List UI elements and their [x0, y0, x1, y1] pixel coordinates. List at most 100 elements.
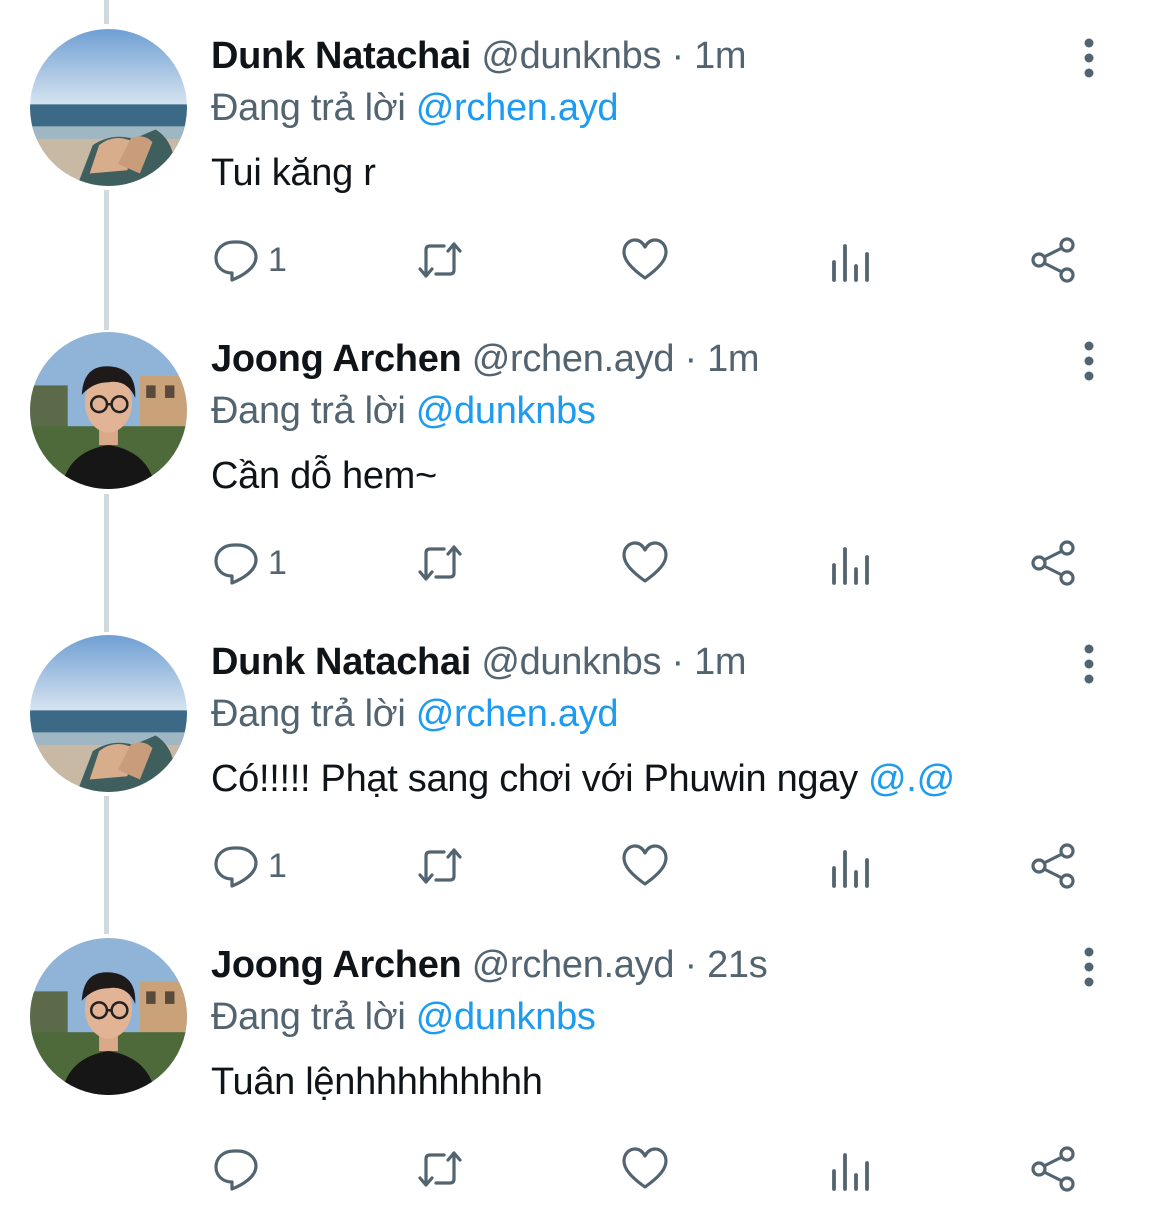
action-bar: 1	[0, 838, 1152, 898]
display-name[interactable]: Dunk Natachai	[211, 641, 471, 683]
reply-button[interactable]: 1	[212, 232, 287, 288]
tweet[interactable]: Dunk Natachai @dunknbs · 1m Đang trả lời…	[0, 606, 1152, 909]
like-icon	[622, 541, 668, 583]
views-icon	[832, 244, 869, 282]
share-icon	[1031, 1146, 1075, 1192]
tweet-text: Có!!!!! Phạt sang chơi với Phuwin ngay @…	[211, 755, 955, 803]
tweet-text: Tuân lệnhhhhhhhhh	[211, 1058, 543, 1106]
more-icon[interactable]	[1078, 644, 1100, 684]
like-icon	[622, 1147, 668, 1189]
like-icon	[622, 238, 668, 280]
tweet-text-content: Cần dỗ hem~	[211, 455, 437, 497]
like-button[interactable]	[621, 838, 669, 894]
replying-to: Đang trả lời @rchen.ayd	[211, 690, 619, 738]
replying-mention[interactable]: @rchen.ayd	[416, 87, 619, 129]
avatar[interactable]	[30, 332, 187, 489]
handle[interactable]: @rchen.ayd	[472, 338, 675, 380]
display-name[interactable]: Joong Archen	[211, 944, 462, 986]
replying-prefix: Đang trả lời	[211, 693, 406, 735]
share-icon	[1031, 540, 1075, 586]
replying-mention[interactable]: @rchen.ayd	[416, 693, 619, 735]
avatar[interactable]	[30, 29, 187, 186]
reply-icon	[214, 1149, 258, 1191]
retweet-button[interactable]	[416, 838, 464, 894]
replying-to: Đang trả lời @dunknbs	[211, 993, 596, 1041]
action-bar	[0, 1141, 1152, 1201]
tweet-text-content: Tui kăng r	[211, 152, 376, 194]
more-icon[interactable]	[1078, 341, 1100, 381]
avatar[interactable]	[30, 938, 187, 1095]
tweet[interactable]: Dunk Natachai @dunknbs · 1m Đang trả lời…	[0, 0, 1152, 303]
more-icon[interactable]	[1078, 947, 1100, 987]
reply-icon	[214, 240, 258, 282]
reply-count: 1	[268, 543, 287, 582]
man-glasses-avatar-image	[30, 938, 187, 1095]
retweet-icon	[418, 848, 462, 884]
tweet-header: Dunk Natachai @dunknbs · 1m	[211, 638, 747, 686]
like-button[interactable]	[621, 232, 669, 288]
like-button[interactable]	[621, 535, 669, 591]
display-name[interactable]: Dunk Natachai	[211, 35, 471, 77]
reply-button[interactable]: 1	[212, 838, 287, 894]
like-button[interactable]	[621, 1141, 669, 1197]
share-button[interactable]	[1030, 535, 1078, 591]
separator: ·	[684, 944, 697, 986]
replying-mention[interactable]: @dunknbs	[416, 390, 596, 432]
display-name[interactable]: Joong Archen	[211, 338, 462, 380]
reply-button[interactable]	[212, 1141, 268, 1197]
handle[interactable]: @rchen.ayd	[472, 944, 675, 986]
views-icon	[832, 547, 869, 585]
tweet-header: Joong Archen @rchen.ayd · 1m	[211, 335, 760, 383]
replying-to: Đang trả lời @rchen.ayd	[211, 84, 619, 132]
handle[interactable]: @dunknbs	[481, 35, 661, 77]
retweet-button[interactable]	[416, 535, 464, 591]
more-icon[interactable]	[1078, 38, 1100, 78]
retweet-icon	[418, 242, 462, 278]
tweet[interactable]: Joong Archen @rchen.ayd · 21s Đang trả l…	[0, 909, 1152, 1212]
tweet-header: Joong Archen @rchen.ayd · 21s	[211, 941, 768, 989]
reply-icon	[214, 846, 258, 888]
retweet-button[interactable]	[416, 232, 464, 288]
replying-mention[interactable]: @dunknbs	[416, 996, 596, 1038]
views-button[interactable]	[826, 1141, 874, 1197]
tweet-text-content: Tuân lệnhhhhhhhhh	[211, 1061, 543, 1103]
like-icon	[622, 844, 668, 886]
reply-count: 1	[268, 240, 287, 279]
avatar[interactable]	[30, 635, 187, 792]
share-icon	[1031, 237, 1075, 283]
tweet-header: Dunk Natachai @dunknbs · 1m	[211, 32, 747, 80]
reply-button[interactable]: 1	[212, 535, 287, 591]
share-button[interactable]	[1030, 232, 1078, 288]
views-button[interactable]	[826, 535, 874, 591]
share-button[interactable]	[1030, 1141, 1078, 1197]
views-icon	[832, 1153, 869, 1191]
views-button[interactable]	[826, 232, 874, 288]
views-icon	[832, 850, 869, 888]
action-bar: 1	[0, 232, 1152, 292]
replying-prefix: Đang trả lời	[211, 390, 406, 432]
reply-icon	[214, 543, 258, 585]
share-button[interactable]	[1030, 838, 1078, 894]
timestamp[interactable]: 1m	[707, 338, 760, 380]
tweet-text: Tui kăng r	[211, 149, 376, 197]
reply-count: 1	[268, 846, 287, 885]
tweet-text-mention[interactable]: @.@	[868, 758, 955, 800]
sea-hands-avatar-image	[30, 29, 187, 186]
man-glasses-avatar-image	[30, 332, 187, 489]
timestamp[interactable]: 21s	[707, 944, 768, 986]
timestamp[interactable]: 1m	[694, 35, 747, 77]
share-icon	[1031, 843, 1075, 889]
timestamp[interactable]: 1m	[694, 641, 747, 683]
separator: ·	[671, 35, 684, 77]
separator: ·	[671, 641, 684, 683]
handle[interactable]: @dunknbs	[481, 641, 661, 683]
sea-hands-avatar-image	[30, 635, 187, 792]
retweet-button[interactable]	[416, 1141, 464, 1197]
tweet[interactable]: Joong Archen @rchen.ayd · 1m Đang trả lờ…	[0, 303, 1152, 606]
tweet-text-content: Có!!!!! Phạt sang chơi với Phuwin ngay	[211, 758, 869, 800]
views-button[interactable]	[826, 838, 874, 894]
separator: ·	[684, 338, 697, 380]
replying-prefix: Đang trả lời	[211, 996, 406, 1038]
replying-prefix: Đang trả lời	[211, 87, 406, 129]
replying-to: Đang trả lời @dunknbs	[211, 387, 596, 435]
